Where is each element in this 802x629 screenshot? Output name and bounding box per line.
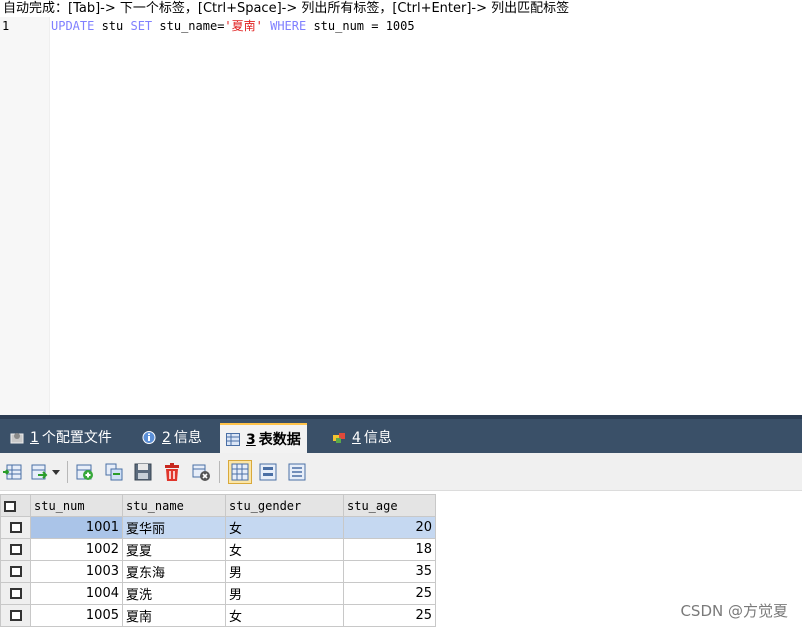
result-grid: stu_num stu_name stu_gender stu_age 1001… [0, 491, 802, 629]
condition: stu_num = 1005 [306, 19, 415, 33]
cell-stu-num[interactable]: 1005 [30, 604, 123, 627]
table-icon [226, 433, 240, 446]
cell-stu-age[interactable]: 25 [343, 604, 436, 627]
watermark: CSDN @方觉夏 [680, 602, 788, 620]
duplicate-row-icon[interactable] [104, 462, 124, 482]
row-checkbox[interactable] [0, 538, 31, 561]
cell-stu-name[interactable]: 夏南 [122, 604, 226, 627]
tab-info[interactable]: 2 信息 [136, 423, 208, 453]
info-color-icon [333, 433, 345, 443]
table-row[interactable]: 1002 夏夏 女 18 [0, 538, 436, 561]
cell-stu-name[interactable]: 夏东海 [122, 560, 226, 583]
result-toolbar [0, 453, 802, 491]
discard-changes-icon[interactable] [191, 462, 211, 482]
select-all-checkbox[interactable] [0, 494, 31, 517]
cell-stu-num[interactable]: 1002 [30, 538, 123, 561]
cell-stu-gender[interactable]: 女 [225, 604, 344, 627]
autocomplete-hint: 自动完成：[Tab]-> 下一个标签，[Ctrl+Space]-> 列出所有标签… [0, 0, 802, 17]
cell-stu-gender[interactable]: 女 [225, 516, 344, 539]
keyword-update: UPDATE [51, 19, 95, 33]
line-number-gutter: 1 [0, 17, 50, 415]
header-row: stu_num stu_name stu_gender stu_age [0, 494, 436, 517]
column-header[interactable]: stu_gender [225, 494, 344, 517]
row-checkbox[interactable] [0, 582, 31, 605]
cell-stu-age[interactable]: 18 [343, 538, 436, 561]
form-view-icon[interactable] [258, 462, 278, 482]
line-number: 1 [2, 19, 10, 33]
tab-table-data[interactable]: 3 表数据 [220, 423, 307, 453]
cell-stu-name[interactable]: 夏华丽 [122, 516, 226, 539]
data-table: stu_num stu_name stu_gender stu_age 1001… [0, 494, 436, 627]
result-tab-strip: 1 个配置文件 2 信息 3 表数据 4 信息 [0, 415, 802, 453]
assignment: stu_name= [152, 19, 225, 33]
keyword-where: WHERE [262, 19, 307, 33]
insert-row-icon[interactable] [3, 462, 23, 482]
info-icon [142, 431, 156, 444]
toolbar-divider [219, 461, 220, 483]
row-checkbox[interactable] [0, 516, 31, 539]
export-icon[interactable] [30, 462, 50, 482]
tab-info-2[interactable]: 4 信息 [326, 423, 398, 453]
add-row-icon[interactable] [75, 462, 95, 482]
keyword-set: SET [130, 19, 153, 33]
cell-stu-gender[interactable]: 男 [225, 582, 344, 605]
cell-stu-num[interactable]: 1004 [30, 582, 123, 605]
cell-stu-gender[interactable]: 男 [225, 560, 344, 583]
text-view-icon[interactable] [287, 462, 307, 482]
delete-icon[interactable] [162, 462, 182, 482]
sql-editor[interactable]: 1 UPDATE stu SET stu_name='夏南' WHERE stu… [0, 17, 802, 415]
row-checkbox[interactable] [0, 604, 31, 627]
cell-stu-name[interactable]: 夏洗 [122, 582, 226, 605]
string-literal: '夏南' [224, 19, 263, 33]
chevron-down-icon[interactable] [50, 462, 62, 482]
cell-stu-age[interactable]: 35 [343, 560, 436, 583]
cell-stu-gender[interactable]: 女 [225, 538, 344, 561]
table-row[interactable]: 1001 夏华丽 女 20 [0, 516, 436, 539]
cell-stu-age[interactable]: 25 [343, 582, 436, 605]
cell-stu-num[interactable]: 1001 [30, 516, 123, 539]
table-name: stu [94, 19, 131, 33]
column-header[interactable]: stu_num [30, 494, 123, 517]
code-line[interactable]: UPDATE stu SET stu_name='夏南' WHERE stu_n… [51, 19, 415, 34]
toolbar-divider [67, 461, 68, 483]
table-row[interactable]: 1005 夏南 女 25 [0, 604, 436, 627]
table-row[interactable]: 1004 夏洗 男 25 [0, 582, 436, 605]
column-header[interactable]: stu_name [122, 494, 226, 517]
config-icon [10, 433, 24, 444]
row-checkbox[interactable] [0, 560, 31, 583]
cell-stu-age[interactable]: 20 [343, 516, 436, 539]
cell-stu-num[interactable]: 1003 [30, 560, 123, 583]
column-header[interactable]: stu_age [343, 494, 436, 517]
grid-view-icon[interactable] [228, 460, 252, 484]
save-icon[interactable] [133, 462, 153, 482]
cell-stu-name[interactable]: 夏夏 [122, 538, 226, 561]
table-row[interactable]: 1003 夏东海 男 35 [0, 560, 436, 583]
tab-profile[interactable]: 1 个配置文件 [4, 423, 118, 453]
